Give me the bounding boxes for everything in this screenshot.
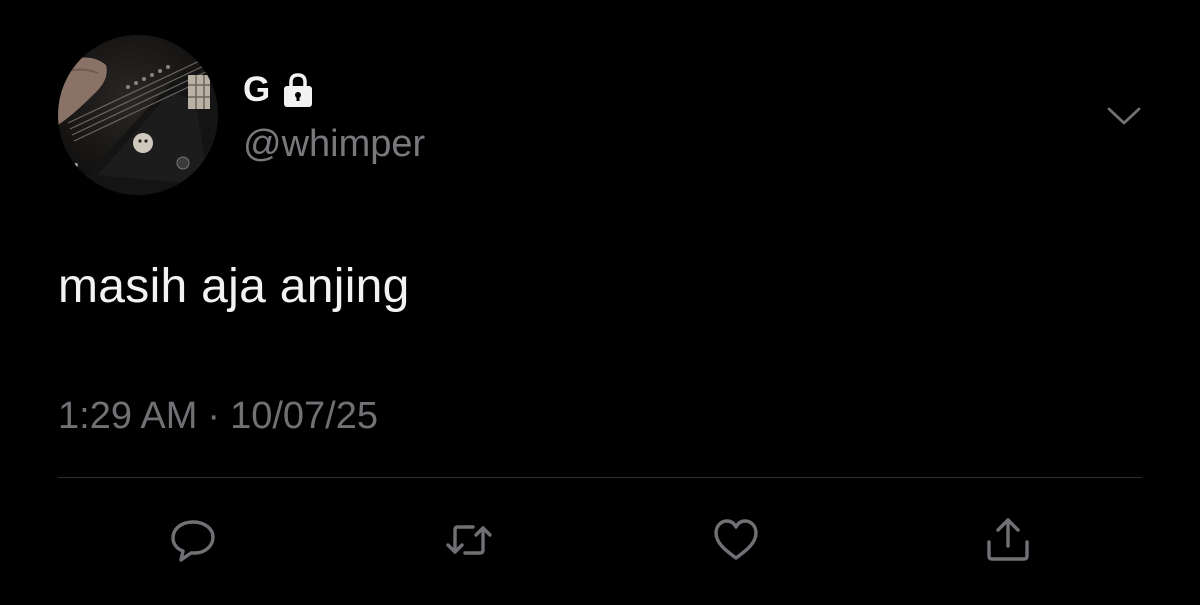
avatar[interactable] [58,35,218,195]
user-handle[interactable]: @whimper [243,120,425,168]
tweet-detail: G @whimper masih aja anjing 1:29 AM · 10… [0,0,1200,605]
like-button[interactable] [706,510,766,570]
retweet-button[interactable] [439,510,499,570]
retweet-icon [446,525,492,555]
share-button[interactable] [978,510,1038,570]
share-icon [987,518,1029,561]
reply-icon [171,520,215,562]
display-name[interactable]: G [243,68,271,112]
tweet-text: masih aja anjing [58,260,410,313]
user-name-row[interactable]: G [243,68,315,112]
meta-separator: · [207,395,221,437]
heart-icon [714,519,758,560]
lock-icon [281,72,315,108]
divider [58,477,1142,478]
tweet-date: 10/07/25 [230,395,378,437]
avatar-image [58,35,218,195]
reply-button[interactable] [163,510,223,570]
chevron-down-icon[interactable] [1106,104,1142,128]
action-bar [0,510,1200,570]
tweet-meta: 1:29 AM · 10/07/25 [58,392,378,440]
tweet-time: 1:29 AM [58,395,198,437]
